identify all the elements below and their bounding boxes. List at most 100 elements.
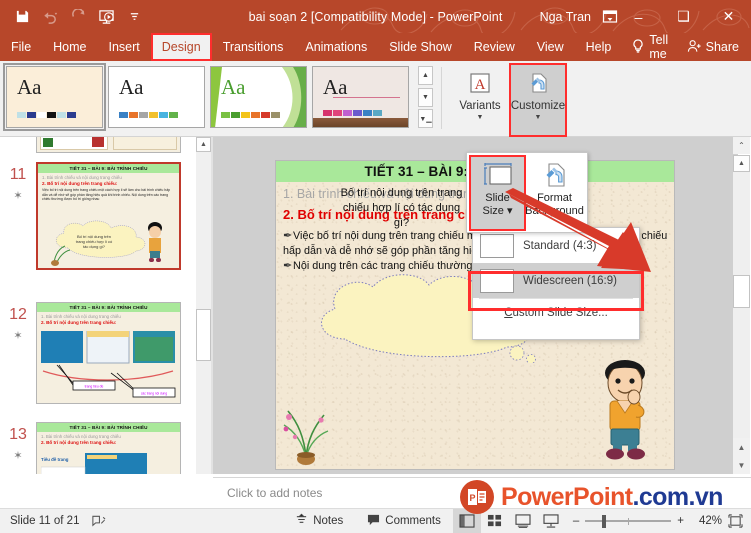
mini-body-text: Việc bố trí nội dung trên trang chiếu mộ…	[42, 188, 171, 202]
slide-area-scrollbar[interactable]: ▲ ▼	[733, 155, 750, 455]
svg-text:các trang nội dung: các trang nội dung	[141, 392, 167, 396]
watermark-brand: PowerPoint	[501, 482, 633, 511]
thumbnail-preview[interactable]: TIẾT 31 – BÀI 9: BÀI TRÌNH CHIẾU 1. Bài …	[36, 422, 181, 474]
mini-shape	[113, 137, 177, 150]
start-presentation-icon[interactable]	[98, 8, 115, 25]
thumbnail-pane-scrollbar[interactable]: ▲	[196, 137, 211, 474]
tell-me-label: Tell me	[649, 33, 669, 61]
zoom-in-button[interactable]: +	[677, 515, 684, 527]
save-icon[interactable]	[14, 8, 31, 25]
tab-file[interactable]: File	[0, 33, 42, 61]
powerpoint-window: bai soạn 2 [Compatibility Mode] - PowerP…	[0, 0, 751, 533]
comments-button[interactable]: Comments	[355, 514, 453, 529]
zoom-control[interactable]: – +	[565, 514, 692, 528]
account-name[interactable]: Nga Tran	[540, 0, 591, 33]
thumbnail-slide-13[interactable]: 13 ✶ TIẾT 31 – BÀI 9: BÀI TRÌNH CHIẾU 1.…	[0, 422, 196, 474]
scrollbar-thumb[interactable]	[733, 275, 750, 308]
variants-button[interactable]: A Variants ▼	[452, 64, 508, 136]
spellcheck-icon[interactable]	[79, 514, 106, 528]
thumbnail-preview[interactable]	[36, 137, 181, 153]
svg-text:P: P	[469, 493, 475, 503]
thumbnail-slide-11[interactable]: 11 ✶ TIẾT 31 – BÀI 9: BÀI TRÌNH CHIẾU 1.…	[0, 162, 196, 270]
tab-insert[interactable]: Insert	[98, 33, 151, 61]
scroll-up-button[interactable]: ▲	[733, 155, 750, 172]
title-bar: bai soạn 2 [Compatibility Mode] - PowerP…	[0, 0, 751, 33]
notes-toggle-button[interactable]: Notes	[283, 513, 355, 529]
svg-text:A: A	[475, 77, 486, 93]
theme-swatches	[119, 112, 178, 118]
theme-wisp[interactable]: Aa	[312, 66, 409, 128]
watermark-text: PowerPoint.com.vn	[501, 483, 723, 512]
previous-slide-button[interactable]: ▲	[733, 438, 750, 456]
notes-pane-left-fill	[0, 474, 213, 508]
tab-slide-show[interactable]: Slide Show	[378, 33, 463, 61]
theme-office[interactable]: Aa	[3, 63, 106, 131]
share-button[interactable]: Share	[687, 39, 751, 56]
zoom-out-button[interactable]: –	[573, 515, 579, 527]
tab-home[interactable]: Home	[42, 33, 97, 61]
minimize-button[interactable]: –	[616, 0, 661, 33]
cartoon-boy-figure[interactable]	[594, 357, 656, 461]
tell-me-box[interactable]: Tell me	[622, 33, 686, 61]
comments-label: Comments	[385, 515, 441, 527]
tab-review[interactable]: Review	[463, 33, 526, 61]
powerpoint-logo-icon: P	[460, 480, 494, 514]
maximize-button[interactable]: ❑	[661, 0, 706, 33]
slide-size-icon	[481, 160, 515, 190]
theme-white[interactable]: Aa	[108, 66, 205, 128]
slide-number: 11 ✶	[0, 162, 36, 270]
previous-next-slide-buttons: ▲ ▼	[733, 438, 750, 474]
collapse-ribbon-arrow-icon[interactable]: ⌃	[733, 137, 750, 154]
gallery-scroll-down-button[interactable]: ▼	[418, 87, 433, 107]
cloud-question-text: Bố trí nội dung trên trang chiếu hợp lí …	[340, 187, 463, 229]
customize-qat-icon[interactable]	[126, 8, 143, 25]
zoom-percent-label[interactable]: 42%	[692, 515, 722, 527]
zoom-slider[interactable]	[585, 514, 672, 528]
tab-help[interactable]: Help	[575, 33, 623, 61]
theme-swatches	[221, 112, 280, 118]
mini-figure	[92, 137, 104, 147]
slide-count-label[interactable]: Slide 11 of 21	[0, 515, 79, 527]
quick-access-toolbar	[14, 0, 143, 33]
theme-facet[interactable]: Aa	[210, 66, 307, 128]
slide-thumbnail-pane[interactable]: 10 11 ✶ TIẾT 31 – BÀI 9: BÀI TRÌNH CHIẾU…	[0, 137, 196, 474]
scrollbar-thumb[interactable]	[196, 309, 211, 361]
tab-design[interactable]: Design	[150, 33, 212, 61]
tab-view[interactable]: View	[526, 33, 575, 61]
tab-transitions[interactable]: Transitions	[212, 33, 295, 61]
svg-text:Tiêu đề trang: Tiêu đề trang	[41, 457, 69, 462]
zoom-midpoint-tick	[628, 517, 630, 525]
slide-number: 12 ✶	[0, 302, 36, 404]
theme-preview-text: Aa	[323, 75, 348, 99]
watermark-vn: vn	[694, 482, 724, 511]
thumbnail-preview[interactable]: TIẾT 31 – BÀI 9: BÀI TRÌNH CHIẾU 1. Bài …	[36, 162, 181, 270]
mini-heading-2: 2. Bố trí nội dung trên trang chiếu:	[41, 320, 117, 325]
tab-animations[interactable]: Animations	[294, 33, 378, 61]
themes-gallery-scroll: ▲ ▼ ▼▁	[418, 66, 433, 128]
undo-icon[interactable]	[42, 8, 59, 25]
fit-slide-icon[interactable]	[722, 514, 751, 528]
theme-preview-text: Aa	[221, 75, 246, 99]
zoom-slider-handle[interactable]	[602, 514, 607, 528]
menu-item-custom-slide-size[interactable]: Custom Slide Size...	[473, 299, 639, 327]
mini-heading-1: 1. Bài trình chiếu và nội dung trang chi…	[41, 314, 121, 319]
notes-placeholder: Click to add notes	[227, 486, 323, 500]
gallery-more-button[interactable]: ▼▁	[418, 109, 433, 128]
thumbnail-slide-10[interactable]: 10	[0, 137, 196, 153]
close-button[interactable]: ✕	[706, 0, 751, 33]
gallery-scroll-up-button[interactable]: ▲	[418, 66, 433, 85]
slide-number: 10	[0, 137, 36, 153]
redo-icon[interactable]	[70, 8, 87, 25]
powerpoint-com-vn-watermark: P PowerPoint.com.vn	[460, 479, 723, 515]
slide-number: 13 ✶	[0, 422, 36, 474]
notes-icon	[295, 513, 308, 529]
scroll-up-button[interactable]: ▲	[196, 137, 211, 152]
thumbnail-slide-12[interactable]: 12 ✶ TIẾT 31 – BÀI 9: BÀI TRÌNH CHIẾU 1.…	[0, 302, 196, 404]
facet-decoration	[282, 67, 306, 127]
mini-cloud-and-figure: Bố trí nội dung trên trang chiếu hợp lí …	[51, 220, 162, 266]
thumbnail-preview[interactable]: TIẾT 31 – BÀI 9: BÀI TRÌNH CHIẾU 1. Bài …	[36, 302, 181, 404]
customize-button[interactable]: Customize ▼	[509, 63, 567, 137]
next-slide-button[interactable]: ▼	[733, 456, 750, 474]
mini-slide-title: TIẾT 31 – BÀI 9: BÀI TRÌNH CHIẾU	[37, 303, 180, 312]
ribbon-group-separator	[441, 67, 442, 129]
